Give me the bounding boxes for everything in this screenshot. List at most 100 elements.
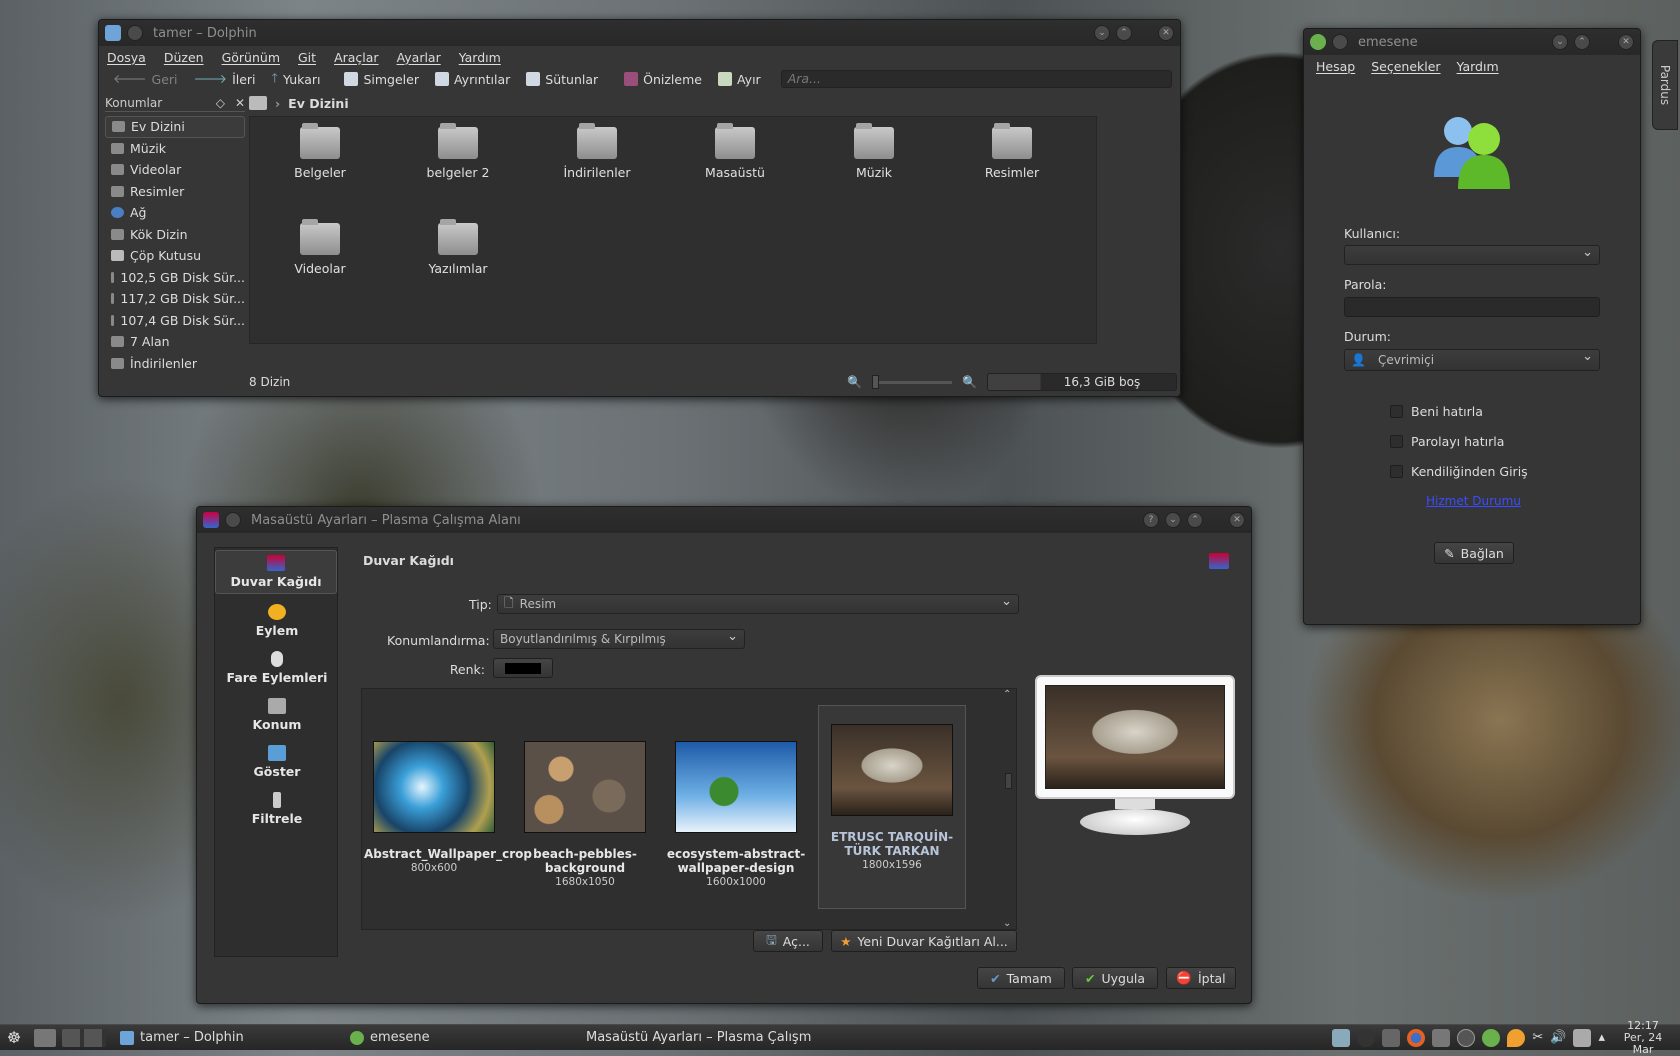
place-music[interactable]: Müzik <box>105 138 245 160</box>
minimize-button[interactable]: ⌄ <box>1094 25 1110 41</box>
folder-item[interactable]: Resimler <box>952 123 1072 180</box>
icons-view-button[interactable]: Simgeler <box>338 72 425 87</box>
up-button[interactable]: 🡑 Yukarı <box>266 69 327 90</box>
task-emesene[interactable]: emesene <box>344 1026 574 1050</box>
fish-icon[interactable] <box>1382 1028 1401 1047</box>
search-input[interactable]: Ara... <box>780 70 1172 88</box>
close-button[interactable]: ✕ <box>1618 34 1634 50</box>
clock[interactable]: 12:17 Per, 24 Mar <box>1612 1019 1674 1056</box>
ok-button[interactable]: ✔ Tamam <box>977 967 1065 989</box>
connect-button[interactable]: ✎ Bağlan <box>1434 542 1514 564</box>
maximize-button[interactable]: ⌃ <box>1116 25 1132 41</box>
close-button[interactable]: ✕ <box>1158 25 1174 41</box>
place-videos[interactable]: Videolar <box>105 159 245 181</box>
folder-item[interactable]: Yazılımlar <box>398 219 518 276</box>
wallpaper-thumb-selected[interactable]: ETRUSC TARQUİN-TÜRK TARKAN 1800x1596 <box>818 705 966 909</box>
place-trash[interactable]: Çöp Kutusu <box>105 245 245 267</box>
menu-help[interactable]: Yardım <box>459 50 501 65</box>
menu-account[interactable]: Hesap <box>1316 59 1355 74</box>
tux-icon[interactable] <box>1357 1028 1376 1047</box>
remember-checkbox[interactable]: Beni hatırla <box>1390 404 1483 419</box>
menu-go[interactable]: Git <box>298 50 316 65</box>
kickoff-menu-icon[interactable]: ☸ <box>0 1028 28 1047</box>
details-view-button[interactable]: Ayrıntılar <box>429 72 516 87</box>
place-home[interactable]: Ev Dizini <box>105 116 245 138</box>
file-view[interactable]: Belgeler belgeler 2 İndirilenler Masaüst… <box>249 116 1097 344</box>
folder-item[interactable]: belgeler 2 <box>398 123 518 180</box>
folder-item[interactable]: Belgeler <box>260 123 380 180</box>
places-close-icon[interactable]: ✕ <box>235 96 245 110</box>
settings-titlebar[interactable]: Masaüstü Ayarları – Plasma Çalışma Alanı… <box>197 507 1251 533</box>
category-location[interactable]: Konum <box>215 698 339 732</box>
zoom-in-icon[interactable]: 🔍 <box>962 375 977 389</box>
menu-tools[interactable]: Araçlar <box>334 50 379 65</box>
menu-file[interactable]: Dosya <box>107 50 146 65</box>
network-monitor-icon[interactable] <box>1332 1028 1351 1047</box>
pin-button[interactable] <box>225 512 241 528</box>
position-combo[interactable]: Boyutlandırılmış & Kırpılmış <box>493 629 745 649</box>
emesene-titlebar[interactable]: emesene ⌄ ⌃ ✕ <box>1304 29 1640 55</box>
settings-app-icon[interactable] <box>203 512 219 528</box>
firefox-icon[interactable] <box>1407 1028 1426 1047</box>
scroll-up-icon[interactable]: ⌃ <box>1003 689 1011 700</box>
get-new-wallpapers-button[interactable]: ★ Yeni Duvar Kağıtları Al... <box>831 930 1017 952</box>
network-tray-icon[interactable] <box>1573 1028 1592 1047</box>
place-disk-3[interactable]: 107,4 GB Disk Sür... <box>105 310 245 332</box>
info-icon[interactable] <box>1457 1028 1476 1047</box>
pin-button[interactable] <box>1332 34 1348 50</box>
wallpaper-list[interactable]: Abstract_Wallpaper_crop 800x600 beach-peb… <box>361 688 1017 930</box>
category-wallpaper[interactable]: Duvar Kağıdı <box>215 550 337 594</box>
power-management-icon[interactable] <box>1507 1028 1526 1047</box>
minimize-button[interactable]: ⌄ <box>1165 512 1181 528</box>
place-disk-2[interactable]: 117,2 GB Disk Sür... <box>105 288 245 310</box>
maximize-button[interactable]: ⌃ <box>1187 512 1203 528</box>
scroll-thumb[interactable] <box>1005 773 1012 789</box>
pager-icon[interactable] <box>62 1028 106 1047</box>
maximize-button[interactable]: ⌃ <box>1574 34 1590 50</box>
show-desktop-icon[interactable] <box>34 1028 56 1047</box>
disk-tray-icon[interactable] <box>1432 1028 1451 1047</box>
clipboard-scissors-icon[interactable]: ✂ <box>1532 1030 1543 1045</box>
scroll-down-icon[interactable]: ⌄ <box>1003 918 1011 929</box>
service-status-link[interactable]: Hizmet Durumu <box>1426 494 1521 508</box>
breadcrumb-home[interactable]: Ev Dizini <box>288 96 348 111</box>
preview-button[interactable]: Önizleme <box>618 72 708 87</box>
dolphin-titlebar[interactable]: tamer – Dolphin ⌄ ⌃ ✕ <box>99 20 1180 46</box>
folder-item[interactable]: Müzik <box>814 123 934 180</box>
home-crumb-icon[interactable] <box>249 96 267 110</box>
category-filter[interactable]: Filtrele <box>215 792 339 826</box>
apply-button[interactable]: ✔ Uygula <box>1072 967 1158 989</box>
wallpaper-scrollbar[interactable]: ⌃ ⌄ <box>1002 689 1014 929</box>
place-pictures[interactable]: Resimler <box>105 181 245 203</box>
menu-view[interactable]: Görünüm <box>222 50 280 65</box>
columns-view-button[interactable]: Sütunlar <box>520 72 604 87</box>
place-7-alan[interactable]: 7 Alan <box>105 331 245 353</box>
menu-options[interactable]: Seçenekler <box>1371 59 1440 74</box>
remember-password-checkbox[interactable]: Parolayı hatırla <box>1390 434 1504 449</box>
cancel-button[interactable]: ⛔ İptal <box>1166 967 1236 989</box>
folder-item[interactable]: Videolar <box>260 219 380 276</box>
task-dolphin[interactable]: tamer – Dolphin <box>114 1026 344 1050</box>
category-display[interactable]: Göster <box>215 745 339 779</box>
wallpaper-thumb[interactable]: Abstract_Wallpaper_crop 800x600 <box>364 741 532 875</box>
menu-help[interactable]: Yardım <box>1457 59 1499 74</box>
menu-settings[interactable]: Ayarlar <box>397 50 441 65</box>
wallpaper-thumb[interactable]: beach-pebbles-background 1680x1050 <box>515 741 655 889</box>
menu-edit[interactable]: Düzen <box>164 50 204 65</box>
pin-button[interactable] <box>127 25 143 41</box>
user-combo[interactable] <box>1344 245 1600 265</box>
split-button[interactable]: Ayır <box>712 72 767 87</box>
place-root[interactable]: Kök Dizin <box>105 224 245 246</box>
forward-button[interactable]: 🡒 İleri <box>188 71 262 87</box>
zoom-slider[interactable] <box>872 374 953 389</box>
wallpaper-thumb[interactable]: ecosystem-abstract-wallpaper-design 1600x… <box>666 741 806 889</box>
help-button[interactable]: ? <box>1143 512 1159 528</box>
password-field[interactable] <box>1344 297 1600 317</box>
places-float-icon[interactable]: ◇ <box>216 96 225 110</box>
status-combo[interactable]: 👤 Çevrimiçi <box>1344 349 1600 371</box>
dolphin-app-icon[interactable] <box>105 25 121 41</box>
tray-expand-icon[interactable]: ▴ <box>1598 1030 1605 1045</box>
place-network[interactable]: Ağ <box>105 202 245 224</box>
zoom-out-icon[interactable]: 🔍 <box>847 375 862 389</box>
emesene-tray-icon[interactable] <box>1482 1028 1501 1047</box>
